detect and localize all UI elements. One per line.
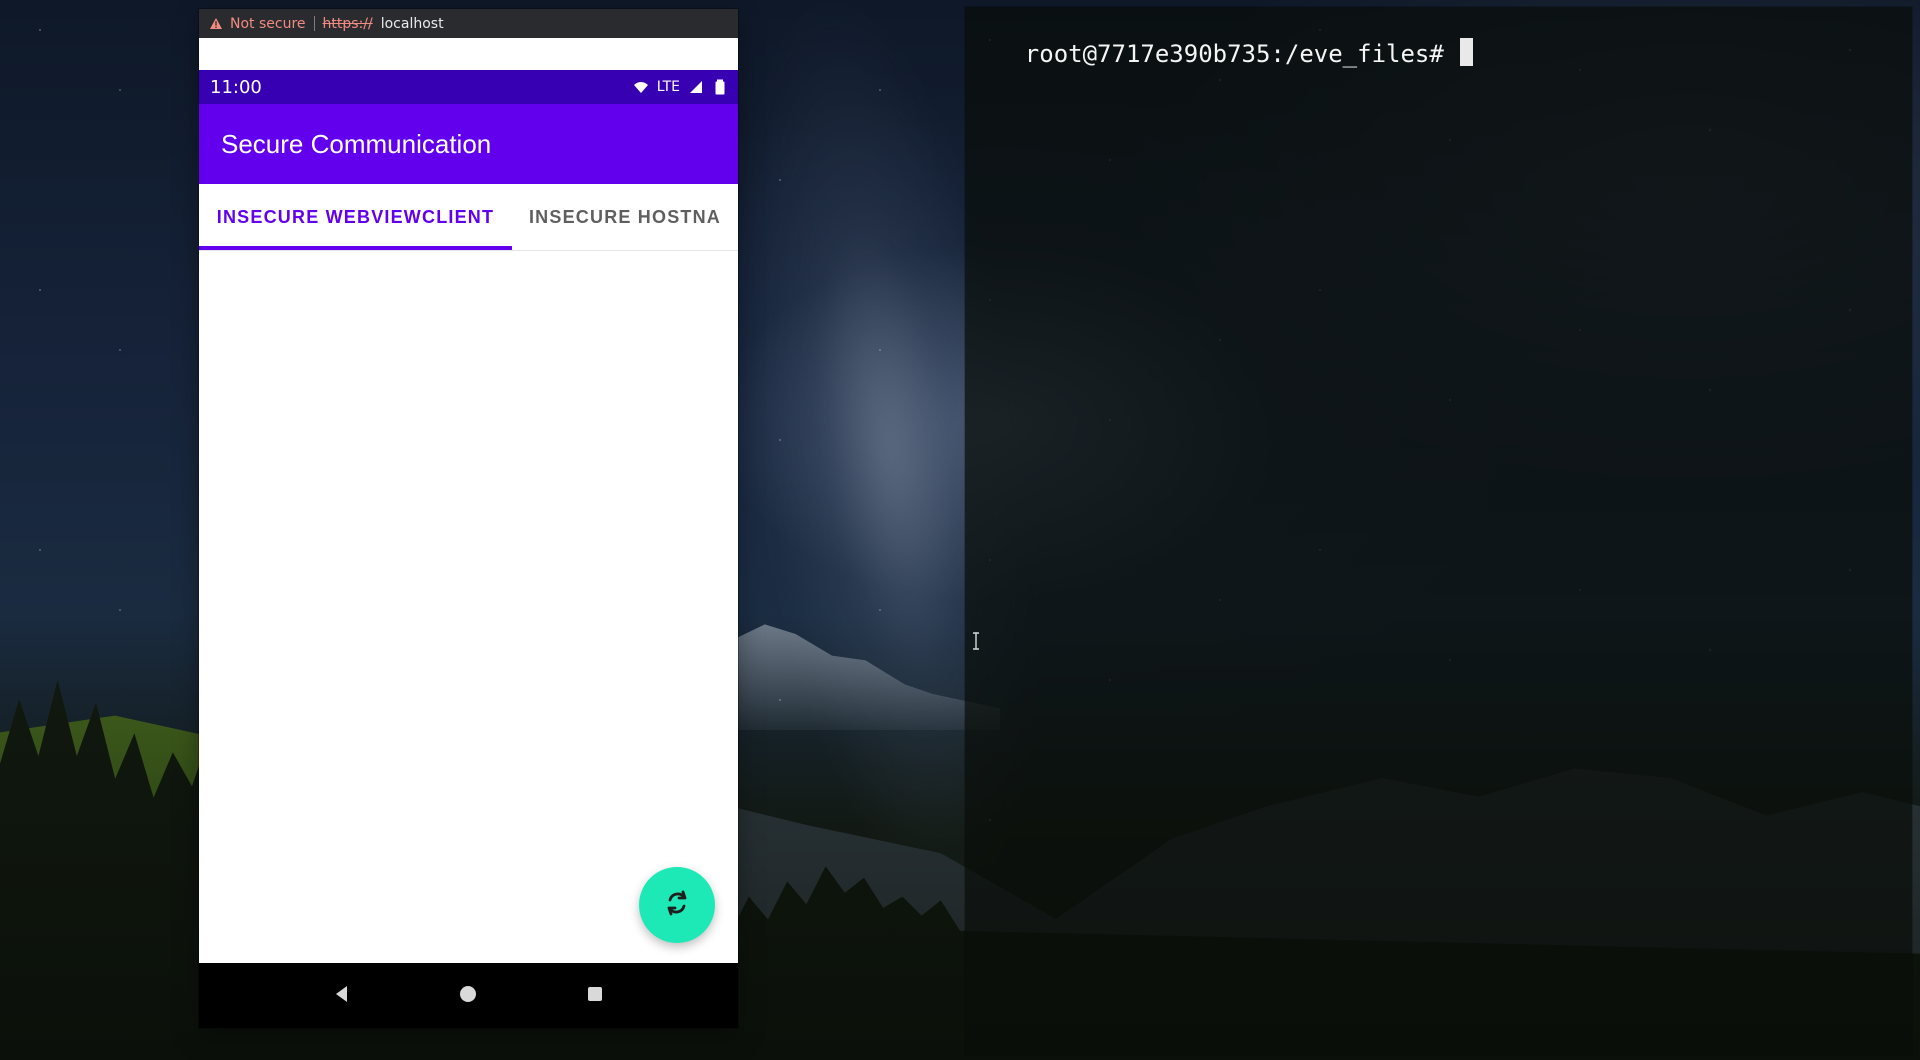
recent-apps-button[interactable] — [578, 979, 612, 1013]
home-button[interactable] — [451, 979, 485, 1013]
app-bar: Secure Communication — [199, 104, 738, 184]
android-navigation-bar — [199, 963, 738, 1028]
content-area — [199, 251, 738, 965]
app-title: Secure Communication — [221, 128, 492, 159]
terminal-prompt: root@7717e390b735:/eve_files# — [1024, 39, 1459, 68]
home-icon — [457, 983, 479, 1009]
sync-icon — [662, 888, 692, 922]
browser-top-spacer — [199, 38, 738, 70]
battery-icon — [712, 79, 728, 95]
security-warning[interactable]: Not secure — [209, 16, 306, 32]
warning-icon — [209, 17, 223, 31]
recent-apps-icon — [584, 983, 606, 1009]
android-status-bar: 11:00 LTE — [199, 70, 738, 104]
terminal-window[interactable]: root@7717e390b735:/eve_files# — [965, 7, 1912, 1055]
browser-window: Not secure https:// localhost 11:00 LTE — [199, 9, 738, 1028]
browser-address-bar[interactable]: Not secure https:// localhost — [199, 9, 738, 38]
security-warning-text: Not secure — [230, 15, 306, 32]
tab-insecure-hostname[interactable]: INSECURE HOSTNA — [512, 184, 738, 250]
url-host: localhost — [380, 15, 444, 32]
tab-insecure-webviewclient[interactable]: INSECURE WEBVIEWCLIENT — [199, 184, 512, 250]
signal-icon — [688, 79, 704, 95]
address-divider — [313, 16, 315, 31]
text-cursor-icon — [971, 632, 981, 650]
back-button[interactable] — [325, 979, 359, 1013]
network-label: LTE — [656, 79, 680, 95]
wifi-icon — [633, 79, 649, 95]
terminal-prompt-line[interactable]: root@7717e390b735:/eve_files# — [967, 9, 1474, 97]
status-time: 11:00 — [210, 76, 262, 98]
back-icon — [331, 983, 353, 1009]
tab-insecure-hostname-label: INSECURE HOSTNA — [528, 206, 721, 227]
refresh-fab[interactable] — [639, 867, 715, 943]
tab-insecure-webviewclient-label: INSECURE WEBVIEWCLIENT — [216, 206, 495, 227]
tab-bar: INSECURE WEBVIEWCLIENT INSECURE HOSTNA — [199, 184, 738, 251]
status-icons: LTE — [633, 79, 728, 95]
terminal-cursor — [1460, 37, 1474, 66]
url-scheme: https:// — [322, 15, 373, 32]
